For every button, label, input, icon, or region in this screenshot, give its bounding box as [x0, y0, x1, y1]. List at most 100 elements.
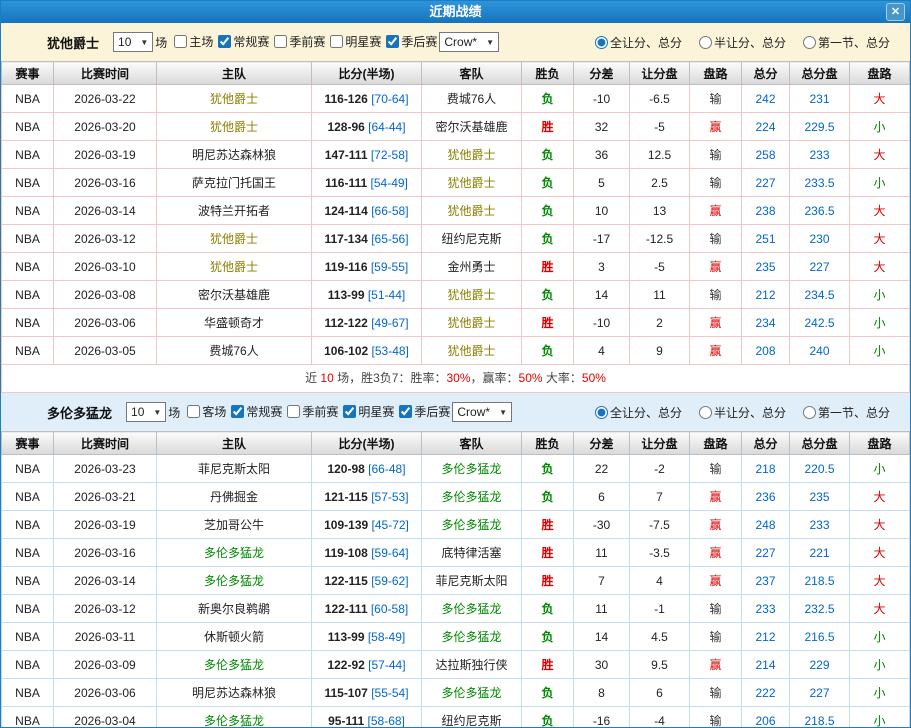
filter-checkbox-1[interactable]: 常规赛 — [231, 403, 282, 420]
table-header: 赛事比赛时间主队比分(半场)客队胜负分差让分盘盘路总分总分盘盘路 — [2, 62, 910, 85]
cell-league: NBA — [2, 113, 54, 141]
line-mode-radio-1[interactable]: 半让分、总分 — [699, 34, 786, 51]
cell-result: 负 — [522, 85, 574, 113]
line-mode-radio-2[interactable]: 第一节、总分 — [803, 34, 890, 51]
cell-handicap-line: -6.5 — [630, 85, 690, 113]
column-header: 客队 — [422, 432, 522, 455]
cell-total-points: 222 — [742, 679, 790, 707]
summary-cover-rate: 50% — [519, 371, 543, 385]
checkbox-input[interactable] — [399, 405, 412, 418]
checkbox-input[interactable] — [231, 405, 244, 418]
column-header: 赛事 — [2, 432, 54, 455]
table-header: 赛事比赛时间主队比分(半场)客队胜负分差让分盘盘路总分总分盘盘路 — [2, 432, 910, 455]
column-header: 比赛时间 — [54, 62, 157, 85]
cell-home-team: 明尼苏达森林狼 — [157, 141, 312, 169]
cell-over-under: 大 — [850, 197, 910, 225]
result-row: NBA2026-03-08密尔沃基雄鹿113-99 [51-44]犹他爵士负14… — [2, 281, 910, 309]
cell-result: 胜 — [522, 511, 574, 539]
crow-select[interactable]: Crow* ▼ — [452, 402, 512, 422]
cell-total-line: 231 — [790, 85, 850, 113]
cell-total-points: 227 — [742, 539, 790, 567]
team-name: 犹他爵士 — [47, 33, 99, 52]
cell-home-team: 明尼苏达森林狼 — [157, 679, 312, 707]
cell-score: 120-98 [66-48] — [312, 455, 422, 483]
checkbox-input[interactable] — [218, 35, 231, 48]
cell-score: 113-99 [51-44] — [312, 281, 422, 309]
filter-checkbox-0[interactable]: 主场 — [174, 33, 213, 50]
cell-point-diff: -30 — [574, 511, 630, 539]
result-row: NBA2026-03-23菲尼克斯太阳120-98 [66-48]多伦多猛龙负2… — [2, 455, 910, 483]
checkbox-input[interactable] — [330, 35, 343, 48]
line-mode-radio-1[interactable]: 半让分、总分 — [699, 404, 786, 421]
cell-over-under: 小 — [850, 455, 910, 483]
cell-league: NBA — [2, 197, 54, 225]
summary-text: 场，胜3负7：胜率： — [334, 371, 447, 385]
result-row: NBA2026-03-16萨克拉门托国王116-111 [54-49]犹他爵士负… — [2, 169, 910, 197]
column-header: 主队 — [157, 62, 312, 85]
cell-score: 128-96 [64-44] — [312, 113, 422, 141]
radio-label: 全让分、总分 — [610, 404, 682, 421]
checkbox-label: 常规赛 — [246, 403, 282, 420]
cell-home-team: 多伦多猛龙 — [157, 651, 312, 679]
cell-over-under: 大 — [850, 539, 910, 567]
cell-away-team: 犹他爵士 — [422, 169, 522, 197]
cell-handicap-line: -5 — [630, 113, 690, 141]
filter-checkbox-3[interactable]: 明星赛 — [343, 403, 394, 420]
checkbox-input[interactable] — [187, 405, 200, 418]
radio-label: 全让分、总分 — [610, 34, 682, 51]
cell-handicap-line: -5 — [630, 253, 690, 281]
cell-point-diff: 11 — [574, 595, 630, 623]
cell-total-points: 235 — [742, 253, 790, 281]
filter-checkbox-2[interactable]: 季前赛 — [274, 33, 325, 50]
radio-input[interactable] — [595, 36, 608, 49]
filter-checkbox-4[interactable]: 季后赛 — [386, 33, 437, 50]
line-mode-radio-0[interactable]: 全让分、总分 — [595, 404, 682, 421]
cell-total-points: 206 — [742, 707, 790, 728]
checkbox-input[interactable] — [386, 35, 399, 48]
line-mode-radio-2[interactable]: 第一节、总分 — [803, 404, 890, 421]
cell-result: 胜 — [522, 567, 574, 595]
cell-point-diff: -10 — [574, 85, 630, 113]
radio-input[interactable] — [699, 36, 712, 49]
cell-over-under: 小 — [850, 623, 910, 651]
radio-input[interactable] — [595, 406, 608, 419]
cell-result: 负 — [522, 455, 574, 483]
games-count-select[interactable]: 10 ▼ — [113, 32, 153, 52]
games-count-select[interactable]: 10 ▼ — [126, 402, 166, 422]
cell-league: NBA — [2, 225, 54, 253]
close-button[interactable]: ✕ — [886, 3, 905, 21]
cell-date: 2026-03-22 — [54, 85, 157, 113]
filter-checkbox-4[interactable]: 季后赛 — [399, 403, 450, 420]
cell-total-points: 233 — [742, 595, 790, 623]
cell-score: 121-115 [57-53] — [312, 483, 422, 511]
filter-checkbox-0[interactable]: 客场 — [187, 403, 226, 420]
cell-home-team: 丹佛掘金 — [157, 483, 312, 511]
result-row: NBA2026-03-11休斯顿火箭113-99 [58-49]多伦多猛龙负14… — [2, 623, 910, 651]
crow-select-value: Crow* — [457, 405, 499, 419]
cell-total-line: 232.5 — [790, 595, 850, 623]
filter-checkbox-3[interactable]: 明星赛 — [330, 33, 381, 50]
cell-home-team: 萨克拉门托国王 — [157, 169, 312, 197]
result-row: NBA2026-03-06华盛顿奇才112-122 [49-67]犹他爵士胜-1… — [2, 309, 910, 337]
cell-home-team: 芝加哥公牛 — [157, 511, 312, 539]
radio-input[interactable] — [803, 406, 816, 419]
checkbox-input[interactable] — [174, 35, 187, 48]
crow-select[interactable]: Crow* ▼ — [439, 32, 499, 52]
cell-result: 负 — [522, 169, 574, 197]
radio-input[interactable] — [803, 36, 816, 49]
cell-away-team: 多伦多猛龙 — [422, 511, 522, 539]
cell-result: 负 — [522, 225, 574, 253]
filter-checkbox-1[interactable]: 常规赛 — [218, 33, 269, 50]
line-mode-radio-0[interactable]: 全让分、总分 — [595, 34, 682, 51]
checkbox-input[interactable] — [287, 405, 300, 418]
column-header: 赛事 — [2, 62, 54, 85]
checkbox-input[interactable] — [343, 405, 356, 418]
cell-date: 2026-03-16 — [54, 539, 157, 567]
cell-league: NBA — [2, 253, 54, 281]
checkbox-input[interactable] — [274, 35, 287, 48]
filter-checkbox-2[interactable]: 季前赛 — [287, 403, 338, 420]
cell-total-points: 251 — [742, 225, 790, 253]
radio-input[interactable] — [699, 406, 712, 419]
cell-over-under: 小 — [850, 651, 910, 679]
cell-total-line: 240 — [790, 337, 850, 365]
